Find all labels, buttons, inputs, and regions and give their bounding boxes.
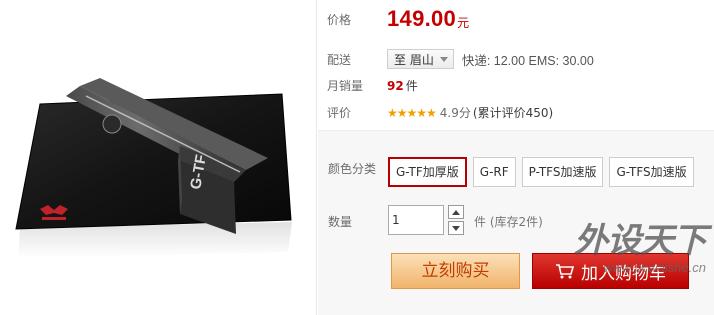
color-option-ptfs[interactable]: P-TFS加速版 <box>521 157 604 187</box>
shipping-fees: 快递: 12.00 EMS: 30.00 <box>461 53 594 68</box>
rating-label: 评价 <box>327 106 352 120</box>
rating-count-link[interactable]: (累计评价450) <box>473 104 553 121</box>
sales-unit: 件 <box>405 79 418 93</box>
quantity-input[interactable]: 1 <box>388 205 444 235</box>
sales-count: 92 <box>387 78 404 93</box>
quantity-row: 数量 1 件 (库存2件) <box>328 205 543 237</box>
shipping-row: 配送 至 眉山 快递: 12.00 EMS: 30.00 <box>327 49 594 69</box>
price-value: 149.00 <box>387 6 457 31</box>
rating-row: 评价 ★★★★★ 4.9分 (累计评价450) <box>327 104 553 121</box>
region-select[interactable]: 至 眉山 <box>387 49 454 69</box>
chevron-up-icon <box>452 209 460 215</box>
sales-row: 月销量 92 件 <box>327 77 418 94</box>
quantity-stepper <box>448 205 464 237</box>
rating-score: 4.9分 <box>439 106 471 120</box>
color-option-gtfs[interactable]: G-TFS加速版 <box>609 157 694 187</box>
region-value: 至 眉山 <box>394 52 434 67</box>
cart-icon <box>556 264 575 279</box>
stock-text: 件 (库存2件) <box>474 215 543 229</box>
product-info-panel: 价格 149.00 元 配送 至 眉山 快递: 12.00 EMS: 30.00… <box>316 0 714 315</box>
chevron-down-icon <box>452 225 460 231</box>
add-to-cart-label: 加入购物车 <box>581 263 666 284</box>
color-option-row: 颜色分类 G-TF加厚版 G-RF P-TFS加速版 G-TFS加速版 <box>328 157 700 187</box>
quantity-label: 数量 <box>328 215 353 229</box>
sales-label: 月销量 <box>327 79 364 93</box>
product-image: G-TF <box>0 0 316 315</box>
increase-button[interactable] <box>448 205 464 219</box>
purchase-options: 颜色分类 G-TF加厚版 G-RF P-TFS加速版 G-TFS加速版 数量 1… <box>318 130 714 315</box>
chevron-down-icon <box>439 56 448 62</box>
price-row: 价格 149.00 元 <box>327 6 469 32</box>
mousepad-product-image: G-TF <box>15 78 292 258</box>
buy-now-button[interactable]: 立刻购买 <box>391 253 520 289</box>
color-label: 颜色分类 <box>328 162 377 176</box>
shipping-label: 配送 <box>327 52 352 67</box>
decrease-button[interactable] <box>448 221 464 235</box>
star-rating-icon: ★★★★★ <box>387 105 437 120</box>
color-option-gtf[interactable]: G-TF加厚版 <box>388 157 467 187</box>
add-to-cart-button[interactable]: 加入购物车 <box>532 253 689 289</box>
price-label: 价格 <box>327 12 352 27</box>
color-option-grf[interactable]: G-RF <box>472 157 516 187</box>
price-unit: 元 <box>457 15 470 30</box>
